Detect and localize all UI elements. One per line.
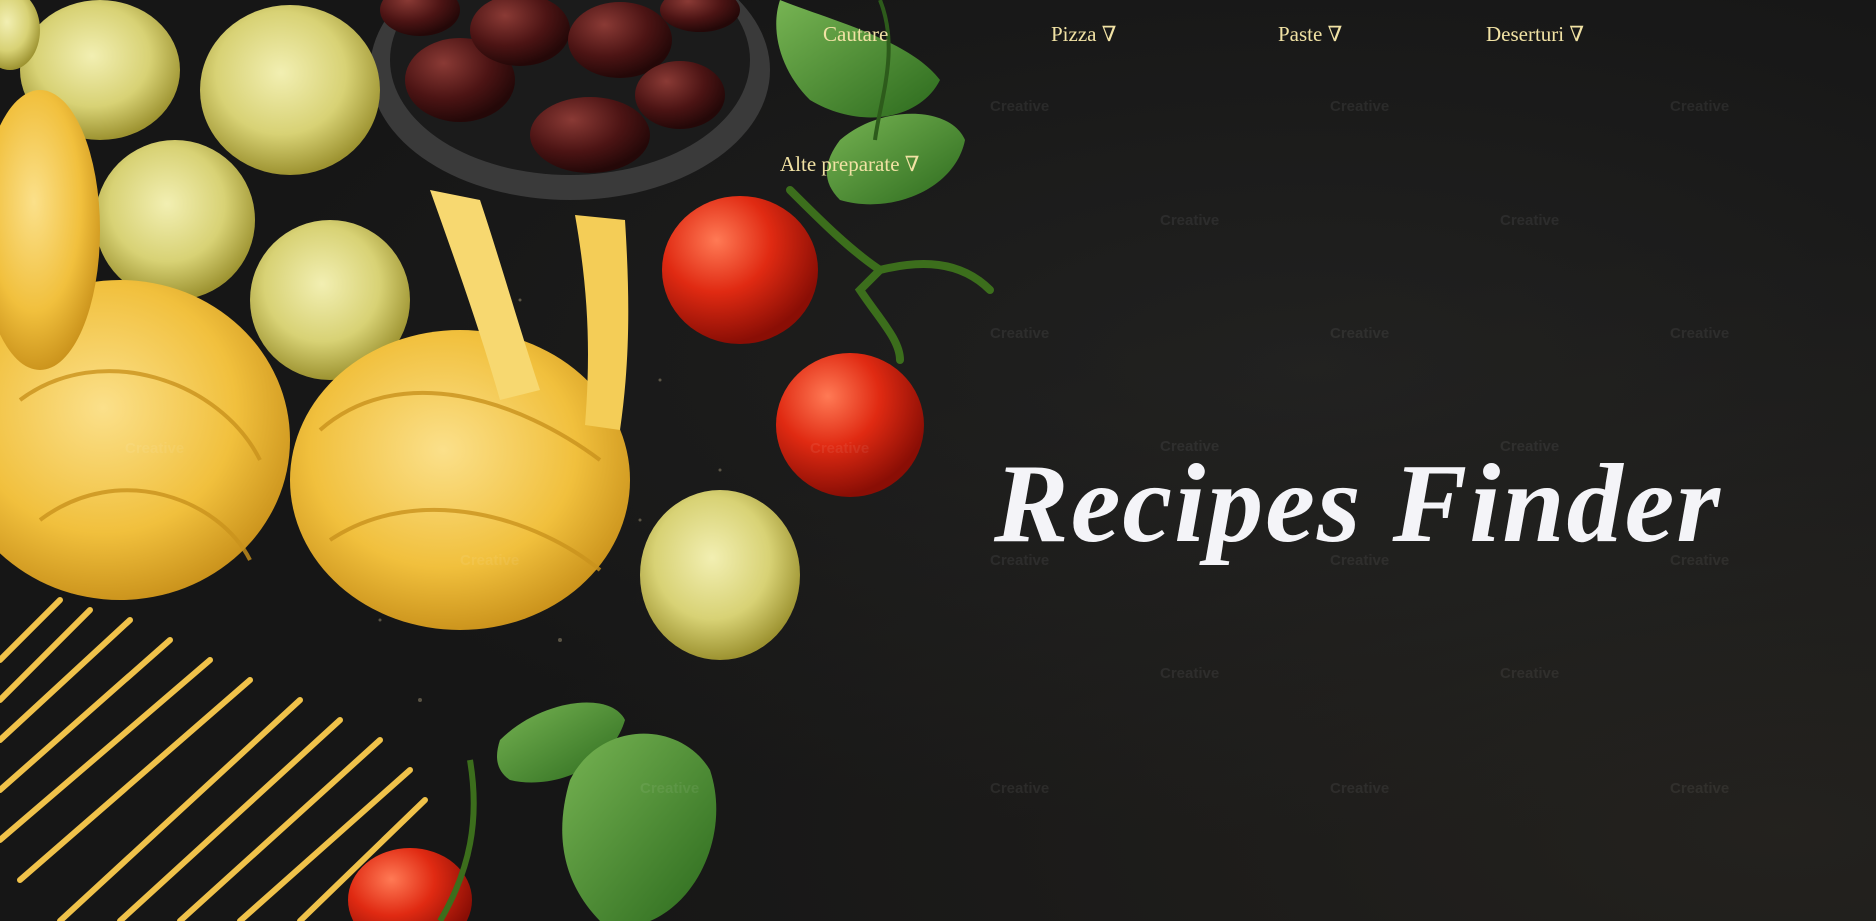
nav-pasta-dropdown[interactable]: Paste ∇ <box>1278 22 1342 47</box>
nav-pizza-dropdown[interactable]: Pizza ∇ <box>1051 22 1116 47</box>
nav-other-dishes-dropdown[interactable]: Alte preparate ∇ <box>780 152 919 177</box>
page-title: Recipes Finder <box>994 442 1722 566</box>
basil-bottom <box>437 702 717 921</box>
main-navigation: Cautare Pizza ∇ Paste ∇ Deserturi ∇ Alte… <box>0 0 1876 200</box>
nav-search-link[interactable]: Cautare <box>823 22 888 47</box>
nav-desserts-dropdown[interactable]: Deserturi ∇ <box>1486 22 1584 47</box>
hero-section: Creative Creative Creative Creative Crea… <box>0 0 1876 921</box>
